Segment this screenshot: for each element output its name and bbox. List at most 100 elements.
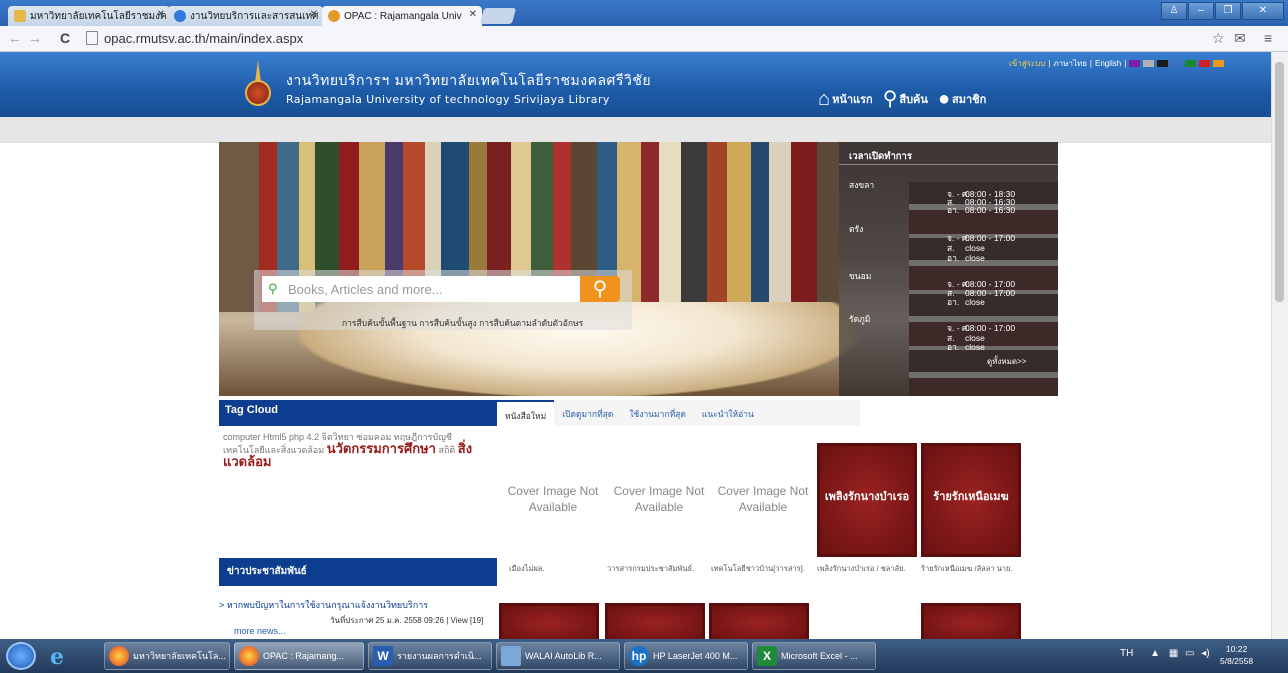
forward-icon[interactable]: → bbox=[28, 30, 42, 46]
search-button[interactable]: ⚲ bbox=[580, 276, 620, 302]
theme-swatch[interactable] bbox=[1171, 60, 1183, 67]
page-scrollbar[interactable] bbox=[1271, 52, 1288, 639]
tab-most-used[interactable]: ใช้งานมากที่สุด bbox=[621, 400, 694, 426]
book-cover[interactable]: เพลิงรักนางบำเรอ bbox=[817, 443, 917, 557]
hours-row: อา. close bbox=[947, 297, 985, 307]
taskbar-item[interactable]: มหาวิทยาลัยเทคโนโล... bbox=[104, 642, 230, 670]
tag-cloud-title: Tag Cloud bbox=[219, 400, 497, 426]
window-controls: ♙ – ❐ ✕ bbox=[1161, 2, 1284, 20]
hours-row: อา. close bbox=[947, 342, 985, 352]
bookmark-star-icon[interactable]: ☆ bbox=[1212, 30, 1225, 47]
branch-name: รัตภูมิ bbox=[849, 314, 871, 324]
search-icon: ⚲ bbox=[592, 278, 608, 300]
new-tab-button[interactable] bbox=[479, 8, 517, 24]
site-header: งานวิทยบริการฯ มหาวิทยาลัยเทคโนโลยีราชมง… bbox=[0, 52, 1272, 117]
show-hidden-icons-icon[interactable]: ▲ bbox=[1150, 648, 1160, 659]
taskbar-item-active[interactable]: OPAC : Rajamang... bbox=[234, 642, 364, 670]
book-cover[interactable] bbox=[499, 603, 599, 639]
branch-name: ขนอม bbox=[849, 271, 872, 281]
tag-link[interactable]: สถิติ bbox=[438, 445, 455, 455]
search-input[interactable] bbox=[262, 276, 580, 302]
book-title-link[interactable]: ร้ายรักเหนือเมฆ /ลัลลา นาย. bbox=[921, 563, 1017, 575]
nav-member[interactable]: ● สมาชิก bbox=[938, 89, 986, 109]
search-mode-links[interactable]: การสืบค้นขั้นพื้นฐาน การสืบค้นขั้นสูง กา… bbox=[342, 316, 583, 330]
network-icon[interactable]: ▦ bbox=[1169, 648, 1178, 659]
news-item-link[interactable]: > หากพบปัญหาในการใช้งานกรุณาแจ้งงานวิทยบ… bbox=[219, 598, 428, 612]
taskbar-item[interactable]: hp HP LaserJet 400 M... bbox=[624, 642, 748, 670]
reload-icon[interactable]: C bbox=[60, 30, 70, 46]
book-title-link[interactable]: วารสารกรมประชาสัมพันธ์. bbox=[607, 563, 703, 575]
thai-language-link[interactable]: ภาษาไทย bbox=[1053, 57, 1087, 70]
taskbar-item[interactable]: W รายงานผลการดำเนิ... bbox=[368, 642, 492, 670]
book-cover-placeholder[interactable]: Cover Image Not Available bbox=[713, 443, 813, 557]
english-language-link[interactable]: English bbox=[1095, 59, 1121, 68]
user-icon[interactable]: ♙ bbox=[1161, 2, 1187, 20]
nav-search[interactable]: ⚲ สืบค้น bbox=[883, 89, 928, 109]
taskbar-label: Microsoft Excel - ... bbox=[781, 651, 858, 661]
autolib-icon bbox=[501, 646, 521, 666]
book-cover[interactable]: ร้ายรักเหนือเมฆ bbox=[921, 443, 1021, 557]
back-icon[interactable]: ← bbox=[8, 30, 22, 46]
theme-swatch[interactable] bbox=[1185, 60, 1197, 67]
nav-home[interactable]: ⌂ หน้าแรก bbox=[818, 89, 873, 109]
tab-title: งานวิทยบริการและสารสนเทศ bbox=[190, 10, 319, 22]
hours-row: ส. close bbox=[947, 243, 985, 253]
browser-tab-active[interactable]: OPAC : Rajamangala Univ ✕ bbox=[322, 6, 482, 26]
theme-swatch[interactable] bbox=[1157, 60, 1169, 67]
book-cover[interactable] bbox=[605, 603, 705, 639]
scrollbar-thumb[interactable] bbox=[1275, 62, 1284, 302]
browser-tab[interactable]: มหาวิทยาลัยเทคโนโลยีราชมงค ✕ bbox=[8, 6, 170, 26]
news-title: ข่าวประชาสัมพันธ์ bbox=[219, 558, 497, 586]
close-window-icon[interactable]: ✕ bbox=[1242, 2, 1284, 20]
browser-tab[interactable]: งานวิทยบริการและสารสนเทศ ✕ bbox=[168, 6, 323, 26]
tag-link[interactable]: นวัตกรรมการศึกษา bbox=[327, 441, 436, 456]
clock[interactable]: 10:22 5/8/2558 bbox=[1220, 643, 1253, 667]
close-tab-icon[interactable]: ✕ bbox=[310, 9, 318, 20]
book-cover-placeholder[interactable]: Cover Image Not Available bbox=[503, 443, 603, 557]
close-tab-icon[interactable]: ✕ bbox=[469, 9, 477, 20]
taskbar-item[interactable]: WALAI AutoLib R... bbox=[496, 642, 620, 670]
branch-name: ตรัง bbox=[849, 224, 864, 234]
hp-printer-icon: hp bbox=[629, 646, 649, 666]
tab-recommended[interactable]: แนะนำให้อ่าน bbox=[694, 400, 762, 426]
start-button[interactable] bbox=[6, 642, 36, 670]
university-logo[interactable] bbox=[245, 60, 271, 108]
language-indicator[interactable]: TH bbox=[1120, 648, 1133, 659]
login-link[interactable]: เข้าสู่ระบบ bbox=[1009, 57, 1045, 70]
hours-row: จ. - ศ.08:00 - 17:00 bbox=[947, 323, 1016, 333]
taskbar-item[interactable]: X Microsoft Excel - ... bbox=[752, 642, 876, 670]
book-title-link[interactable]: เพลิงรักนางบำเรอ / ชลาลัย. bbox=[817, 563, 913, 575]
tab-title: มหาวิทยาลัยเทคโนโลยีราชมงค bbox=[30, 10, 167, 22]
maximize-icon[interactable]: ❐ bbox=[1215, 2, 1241, 20]
theme-swatch[interactable] bbox=[1129, 60, 1141, 67]
browser-toolbar: ← → C opac.rmutsv.ac.th/main/index.aspx … bbox=[0, 26, 1288, 52]
minimize-icon[interactable]: – bbox=[1188, 2, 1214, 20]
theme-swatch[interactable] bbox=[1143, 60, 1155, 67]
menu-icon[interactable]: ≡ bbox=[1264, 30, 1272, 46]
tag-cloud-panel: Tag Cloud computer Html5 php 4.2 จิตวิทย… bbox=[219, 400, 497, 475]
clock-time: 10:22 bbox=[1225, 644, 1248, 654]
close-tab-icon[interactable]: ✕ bbox=[157, 9, 165, 20]
theme-swatch[interactable] bbox=[1213, 60, 1225, 67]
chrome-icon bbox=[109, 646, 129, 666]
tab-new-books[interactable]: หนังสือใหม่ bbox=[497, 400, 555, 426]
book-cover-placeholder[interactable]: Cover Image Not Available bbox=[609, 443, 709, 557]
book-cover[interactable] bbox=[921, 603, 1021, 639]
monitor-icon[interactable]: ▭ bbox=[1185, 648, 1194, 659]
book-cover[interactable] bbox=[709, 603, 809, 639]
address-bar[interactable]: opac.rmutsv.ac.th/main/index.aspx bbox=[86, 29, 1206, 47]
see-all-hours-link[interactable]: ดูทั้งหมด>> bbox=[987, 355, 1026, 368]
book-title-link[interactable]: เทคโนโลยีชาวบ้าน[วารสาร]. bbox=[711, 563, 807, 575]
search-panel: ⚲ ⚲ การสืบค้นขั้นพื้นฐาน การสืบค้นขั้นสู… bbox=[254, 270, 632, 330]
tab-most-viewed[interactable]: เปิดดูมากที่สุด bbox=[554, 400, 621, 426]
book-title-link[interactable]: เมืองไม่ผล. bbox=[509, 563, 605, 575]
internet-explorer-icon[interactable]: e bbox=[50, 644, 64, 670]
separator: | bbox=[1048, 59, 1051, 68]
theme-swatch[interactable] bbox=[1199, 60, 1211, 67]
windows-taskbar: e มหาวิทยาลัยเทคโนโล... OPAC : Rajamang.… bbox=[0, 639, 1288, 673]
volume-icon[interactable]: ◂) bbox=[1201, 648, 1209, 659]
hero-banner: ⚲ ⚲ การสืบค้นขั้นพื้นฐาน การสืบค้นขั้นสู… bbox=[219, 142, 1058, 396]
more-news-link[interactable]: more news... bbox=[234, 626, 286, 636]
mail-icon[interactable]: ✉ bbox=[1234, 30, 1246, 47]
hours-row: ส. 08:00 - 17:00 bbox=[947, 288, 1016, 298]
